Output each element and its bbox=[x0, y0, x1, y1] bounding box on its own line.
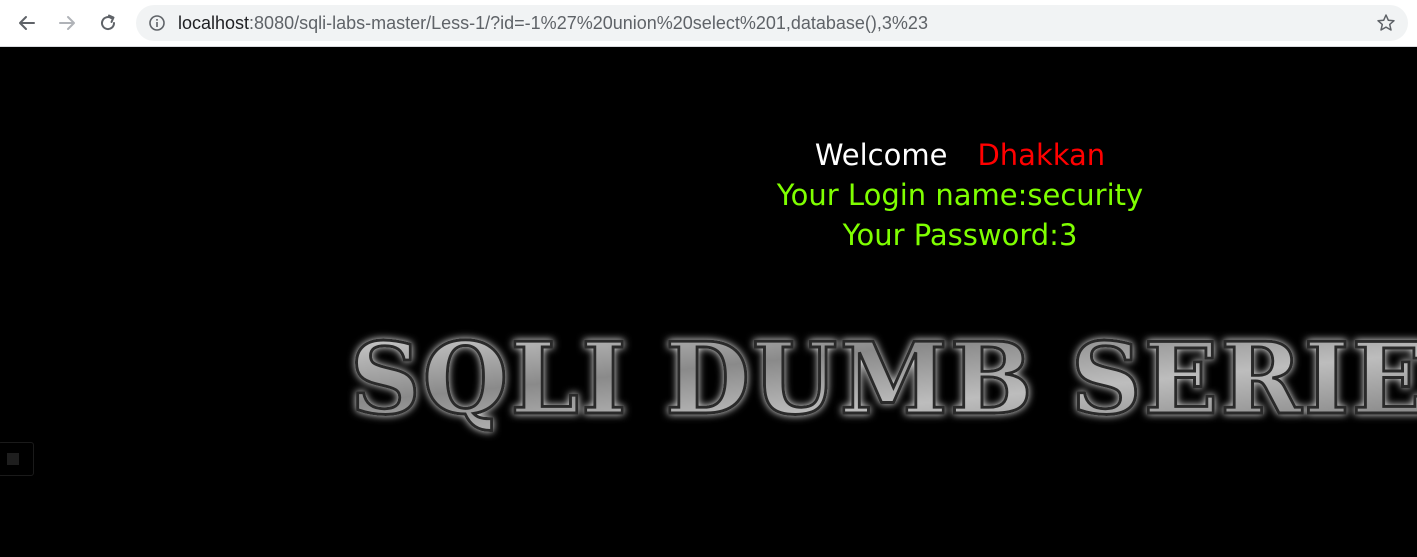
password-text: Your Password:3 bbox=[842, 218, 1078, 252]
welcome-label: Welcome bbox=[814, 138, 948, 172]
page-content: Welcome Dhakkan Your Login name:security … bbox=[0, 47, 1417, 557]
welcome-line: Welcome Dhakkan bbox=[700, 135, 1220, 175]
logo-text: SQLI DUMB SERIES bbox=[350, 322, 1417, 437]
url-path: :8080/sqli-labs-master/Less-1/?id=-1%27%… bbox=[249, 13, 928, 33]
welcome-name: Dhakkan bbox=[977, 138, 1106, 172]
star-icon[interactable] bbox=[1376, 13, 1396, 33]
browser-toolbar: localhost:8080/sqli-labs-master/Less-1/?… bbox=[0, 0, 1417, 47]
sqli-dumb-series-logo: SQLI DUMB SERIES bbox=[340, 321, 1417, 443]
reload-icon bbox=[101, 14, 116, 31]
back-button[interactable] bbox=[12, 8, 42, 38]
login-name-text: Your Login name:security bbox=[776, 178, 1144, 212]
info-circle-icon[interactable] bbox=[148, 14, 166, 32]
arrow-right-icon bbox=[59, 16, 75, 30]
welcome-block: Welcome Dhakkan Your Login name:security … bbox=[700, 135, 1220, 255]
reload-button[interactable] bbox=[93, 8, 123, 38]
arrow-left-icon bbox=[19, 16, 35, 30]
address-bar[interactable]: localhost:8080/sqli-labs-master/Less-1/?… bbox=[136, 5, 1408, 41]
url-host: localhost bbox=[178, 13, 250, 33]
side-widget[interactable] bbox=[0, 442, 34, 476]
forward-button[interactable] bbox=[52, 8, 82, 38]
url-text[interactable]: localhost:8080/sqli-labs-master/Less-1/?… bbox=[178, 5, 928, 41]
